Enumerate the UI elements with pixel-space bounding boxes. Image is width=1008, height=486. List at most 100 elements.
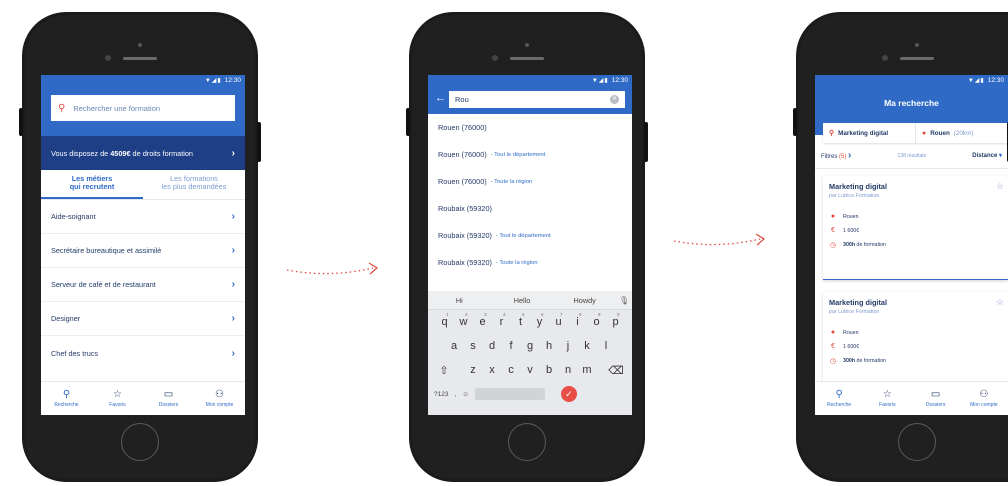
keyboard-key[interactable]: c — [502, 364, 521, 376]
keyboard-key[interactable]: e3 — [473, 312, 492, 328]
key-letter: g — [526, 340, 534, 352]
keyboard-key[interactable]: l — [597, 340, 616, 352]
keyboard-key[interactable]: y6 — [530, 312, 549, 328]
keyboard-key[interactable]: m — [578, 364, 597, 376]
keyboard-key[interactable]: n — [559, 364, 578, 376]
back-arrow-icon[interactable]: ← — [435, 92, 446, 104]
key-letter: a — [450, 340, 458, 352]
header: ▼◢▮ 12:30 ⚲ Rechercher une formation — [41, 75, 245, 136]
keyboard-key[interactable]: d — [483, 340, 502, 352]
card-location: ● Rouen — [829, 329, 1002, 336]
keyboard-key[interactable]: i8 — [568, 312, 587, 328]
suggestion-item[interactable]: Rouen (76000) — [428, 114, 632, 141]
card-city: Rouen — [843, 329, 859, 336]
comma-key[interactable]: , — [454, 391, 456, 398]
star-icon[interactable]: ☆ — [996, 181, 1004, 192]
clear-icon[interactable]: ✕ — [610, 95, 619, 104]
screen-home: ▼◢▮ 12:30 ⚲ Rechercher une formation Vou… — [41, 75, 245, 415]
keyboard-key[interactable]: x — [483, 364, 502, 376]
search-input[interactable]: ⚲ Rechercher une formation — [51, 95, 235, 121]
list-item[interactable]: Aide-soignant › — [41, 200, 245, 234]
space-key[interactable] — [474, 388, 545, 400]
status-bar: ▼◢▮ 12:30 — [815, 75, 1008, 86]
sensor — [492, 55, 498, 61]
list-item-label: Serveur de café et de restaurant — [51, 280, 156, 289]
keyboard-key[interactable]: z — [464, 364, 483, 376]
suggestion-item[interactable]: Rouen (76000) - Tout le département — [428, 141, 632, 168]
keyboard-key[interactable]: a — [445, 340, 464, 352]
rights-banner[interactable]: Vous disposez de 4509€ de droits formati… — [41, 136, 245, 170]
list-item[interactable]: Secrétaire bureautique et assimilé › — [41, 234, 245, 268]
star-icon[interactable]: ☆ — [996, 297, 1004, 308]
location-field[interactable]: ● Rouen (20km) — [916, 123, 1008, 143]
numbers-key[interactable]: ?123 — [434, 391, 448, 398]
tab-bar-top: Les métiers qui recrutent Les formations… — [41, 170, 245, 200]
screen-results: ▼◢▮ 12:30 Ma recherche ⚲ Marketing digit… — [815, 75, 1008, 415]
home-button[interactable] — [508, 423, 546, 461]
keyboard-key[interactable]: w2 — [454, 312, 473, 328]
user-icon: ⚇ — [215, 388, 224, 400]
caret-down-icon: ▾ — [998, 153, 1002, 159]
keyboard-key[interactable]: r4 — [492, 312, 511, 328]
keyboard-key[interactable]: p0 — [606, 312, 625, 328]
filters-button[interactable]: Filtres (5) › — [821, 150, 851, 161]
key-letter: r — [499, 316, 504, 328]
tab-dossiers[interactable]: ▭ Dossiers — [143, 382, 194, 415]
keyboard-key[interactable]: f — [502, 340, 521, 352]
tab-favoris[interactable]: ☆ Favoris — [863, 382, 911, 415]
phone-3: ▼◢▮ 12:30 Ma recherche ⚲ Marketing digit… — [793, 12, 1008, 482]
query-field[interactable]: ⚲ Marketing digital — [823, 123, 916, 143]
key-letter: j — [566, 340, 570, 352]
tab-compte[interactable]: ⚇ Mon compte — [960, 382, 1008, 415]
result-card[interactable]: Marketing digital par Lutèce Formation ☆… — [823, 176, 1008, 280]
sort-dropdown[interactable]: Distance ▾ — [972, 152, 1002, 159]
keyboard-key[interactable]: t5 — [511, 312, 530, 328]
prediction[interactable]: Hi — [428, 296, 491, 305]
suggestion-item[interactable]: Rouen (76000) - Toute la région — [428, 168, 632, 195]
tab-favoris[interactable]: ☆ Favoris — [92, 382, 143, 415]
emoji-icon[interactable]: ☺ — [462, 391, 469, 398]
keyboard-key[interactable]: v — [521, 364, 540, 376]
list-item[interactable]: Designer › — [41, 302, 245, 336]
prediction[interactable]: Hello — [491, 296, 554, 305]
keyboard-key[interactable]: g — [521, 340, 540, 352]
search-summary[interactable]: ⚲ Marketing digital ● Rouen (20km) — [823, 123, 1008, 143]
keyboard-key[interactable]: k — [578, 340, 597, 352]
list-item[interactable]: Chef des trucs › — [41, 336, 245, 370]
location-input[interactable]: Rou ✕ — [449, 91, 625, 108]
tab-formations-line2: les plus demandées — [161, 182, 227, 191]
home-button[interactable] — [898, 423, 936, 461]
keyboard-key[interactable]: o9 — [587, 312, 606, 328]
key-letter: y — [536, 316, 543, 328]
tab-formations[interactable]: Les formations les plus demandées — [143, 170, 245, 199]
card-duration: ◷ 300h de formation — [829, 241, 1002, 249]
card-price: €1 600€ — [829, 343, 1002, 350]
keyboard-key[interactable]: h — [540, 340, 559, 352]
tab-recherche[interactable]: ⚲ Recherche — [815, 382, 863, 415]
keyboard-key[interactable]: s — [464, 340, 483, 352]
tab-recherche[interactable]: ⚲ Recherche — [41, 382, 92, 415]
check-icon[interactable]: ✓ — [560, 386, 577, 402]
tab-metiers[interactable]: Les métiers qui recrutent — [41, 170, 143, 199]
suggestion-item[interactable]: Roubaix (59320) — [428, 195, 632, 222]
phone-body: ▼◢▮ 12:30 ⚲ Rechercher une formation Vou… — [25, 15, 255, 479]
home-button[interactable] — [121, 423, 159, 461]
screen-location-search: ▼◢▮ 12:30 ← Rou ✕ Rouen (76000) Rouen (7… — [428, 75, 632, 415]
speaker — [123, 57, 157, 60]
keyboard-key[interactable]: j — [559, 340, 578, 352]
prediction[interactable]: Howdy — [553, 296, 616, 305]
tab-dossiers[interactable]: ▭ Dossiers — [912, 382, 960, 415]
status-time: 12:30 — [224, 77, 241, 84]
tab-label: Favoris — [109, 401, 126, 408]
key-number-hint: 4 — [503, 312, 506, 317]
suggestion-item[interactable]: Roubaix (59320) - Tout le département — [428, 222, 632, 249]
keyboard-key[interactable]: q1 — [435, 312, 454, 328]
mic-icon[interactable]: 🎙 — [616, 296, 632, 305]
list-item[interactable]: Serveur de café et de restaurant › — [41, 268, 245, 302]
suggestion-item[interactable]: Roubaix (59320) - Toute la région — [428, 249, 632, 276]
keyboard-key[interactable]: b — [540, 364, 559, 376]
tab-compte[interactable]: ⚇ Mon compte — [194, 382, 245, 415]
backspace-key[interactable]: ⌫ — [607, 364, 626, 377]
keyboard-key[interactable]: u7 — [549, 312, 568, 328]
shift-key[interactable]: ⇧ — [435, 364, 454, 377]
